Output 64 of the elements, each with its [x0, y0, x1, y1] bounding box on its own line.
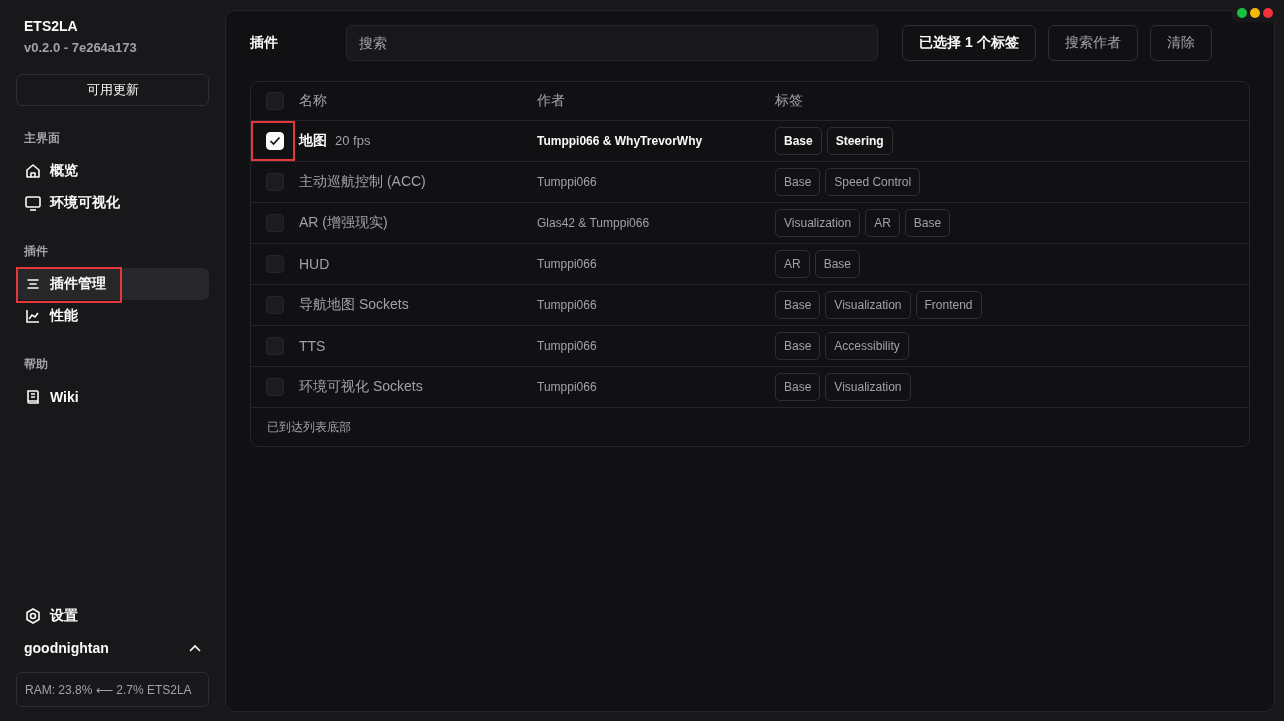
monitor-icon	[24, 194, 42, 212]
plugin-name: AR (增强现实)	[299, 214, 388, 232]
tag[interactable]: Base	[775, 127, 822, 155]
tag[interactable]: Base	[904, 209, 951, 237]
tag[interactable]: Speed Control	[825, 168, 921, 196]
check-icon	[269, 136, 281, 146]
filter-button[interactable]: 搜索作者	[1047, 25, 1138, 61]
chevron-up-icon[interactable]	[189, 644, 201, 652]
tag[interactable]: Visualization	[775, 209, 861, 237]
tag[interactable]: AR	[775, 250, 810, 278]
maximize-button[interactable]	[1237, 8, 1247, 18]
section-title: 主界面	[24, 130, 60, 147]
section-title: 帮助	[24, 356, 48, 373]
close-button[interactable]	[1263, 8, 1273, 18]
tag[interactable]: Base	[814, 250, 861, 278]
home-icon	[24, 162, 42, 180]
tag[interactable]: Accessibility	[825, 332, 909, 360]
column-header: 作者	[537, 92, 565, 108]
nav-item[interactable]: 环境可视化	[16, 187, 209, 219]
tag[interactable]: Visualization	[825, 291, 911, 319]
tag[interactable]: AR	[865, 209, 900, 237]
tag[interactable]: Base	[775, 168, 821, 196]
author-name: Tumppi066	[537, 298, 597, 312]
settings-item[interactable]: 设置	[16, 600, 209, 632]
author-name: Tumppi066	[537, 257, 597, 271]
tag[interactable]: Steering	[826, 127, 893, 155]
tag[interactable]: Frontend	[915, 291, 982, 319]
search-field[interactable]: 搜索	[346, 25, 878, 61]
author-name: Tumppi066	[537, 380, 597, 394]
app-name: ETS2LA	[24, 18, 78, 34]
author-name: Tumppi066	[537, 339, 597, 353]
plugin-name: TTS	[299, 338, 326, 354]
column-header: 标签	[775, 92, 803, 110]
list-end-message: 已到达列表底部	[267, 418, 351, 436]
plugin-name: 导航地图 Sockets	[299, 296, 409, 314]
author-name: Tumppi066 & WhyTrevorWhy	[537, 134, 703, 148]
plugin-name: 主动巡航控制 (ACC)	[299, 173, 426, 191]
section-title: 插件	[24, 243, 48, 260]
filter-button[interactable]: 清除	[1149, 25, 1212, 61]
tag[interactable]: Base	[775, 332, 821, 360]
fps-label: 20 fps	[335, 133, 371, 148]
settings-icon	[24, 607, 42, 625]
book-icon	[24, 388, 42, 406]
status-readout: RAM: 23.8% ⟵ 2.7% ETS2LA	[16, 672, 209, 707]
minimize-button[interactable]	[1250, 8, 1260, 18]
nav-item[interactable]: Wiki	[16, 381, 209, 413]
nav-item[interactable]: 概览	[16, 155, 209, 187]
chart-icon	[24, 307, 42, 325]
nav-item[interactable]: 性能	[16, 300, 209, 332]
plugin-name: 环境可视化 Sockets	[299, 378, 423, 396]
plugin-name: 地图	[299, 132, 327, 150]
filter-button[interactable]: 已选择 1 个标签	[902, 25, 1036, 61]
update-button[interactable]: 可用更新	[16, 74, 209, 106]
page-title: 插件	[250, 34, 279, 52]
tag[interactable]: Base	[775, 373, 821, 401]
user-name: goodnightan	[24, 640, 109, 656]
nav-item[interactable]: 插件管理	[16, 268, 209, 300]
tag[interactable]: Base	[775, 291, 821, 319]
plugin-name: HUD	[299, 256, 330, 272]
version-label: v0.2.0 - 7e264a173	[24, 40, 137, 55]
tag[interactable]: Visualization	[825, 373, 911, 401]
author-name: Glas42 & Tumppi066	[537, 216, 650, 230]
column-header: 名称	[299, 92, 327, 110]
author-name: Tumppi066	[537, 175, 597, 189]
